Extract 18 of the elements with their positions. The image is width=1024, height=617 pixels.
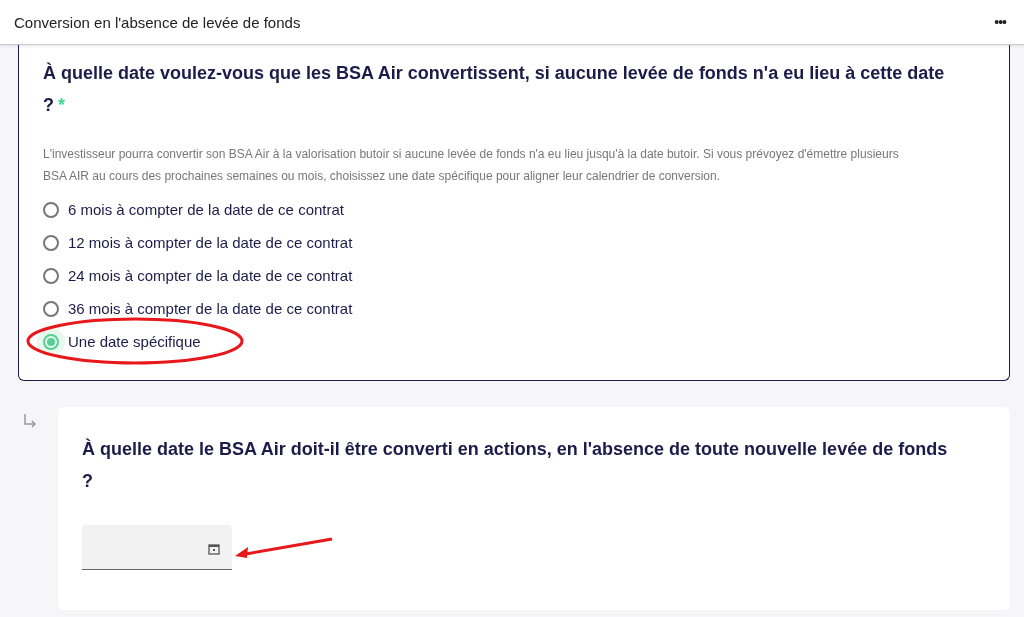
date-field[interactable] — [82, 525, 232, 570]
radio-button[interactable] — [43, 201, 59, 218]
radio-option[interactable]: 6 mois à compter de la date de ce contrat — [37, 193, 344, 226]
question-title: À quelle date voulez-vous que les BSA Air convertissent, si aucune levée de fonds n'a eu lieu à cette date ? * — [43, 61, 946, 117]
radio-button[interactable] — [43, 300, 59, 317]
radio-option[interactable]: 36 mois à compter de la date de ce contrat — [37, 292, 353, 325]
calendar-icon[interactable] — [208, 543, 220, 555]
more-menu-button[interactable]: ••• — [990, 14, 1010, 30]
question-description: L'investisseur pourra convertir son BSA Air à la valorisation butoir si aucune levée de fonds n'a eu lieu jusqu'à la date butoir. Si vous prévoyez d'émettre plusieurs BSA AIR au cours des prochaines semaines ou mois, choisissez une date spécifique pour aligner leur calendrier de conversion. — [43, 146, 900, 185]
followup-title: À quelle date le BSA Air doit-il être converti en actions, en l'absence de toute nouvelle levée de fonds ? — [82, 437, 949, 493]
required-mark: * — [58, 95, 65, 115]
radio-option[interactable]: 12 mois à compter de la date de ce contrat — [37, 226, 353, 259]
radio-button[interactable] — [43, 234, 59, 251]
radio-option[interactable]: 24 mois à compter de la date de ce contrat — [37, 259, 353, 292]
sub-arrow-icon — [22, 413, 38, 429]
radio-button[interactable] — [43, 333, 59, 350]
radio-button[interactable] — [43, 267, 59, 284]
page-title: Conversion en l'absence de levée de fonds — [14, 13, 301, 31]
